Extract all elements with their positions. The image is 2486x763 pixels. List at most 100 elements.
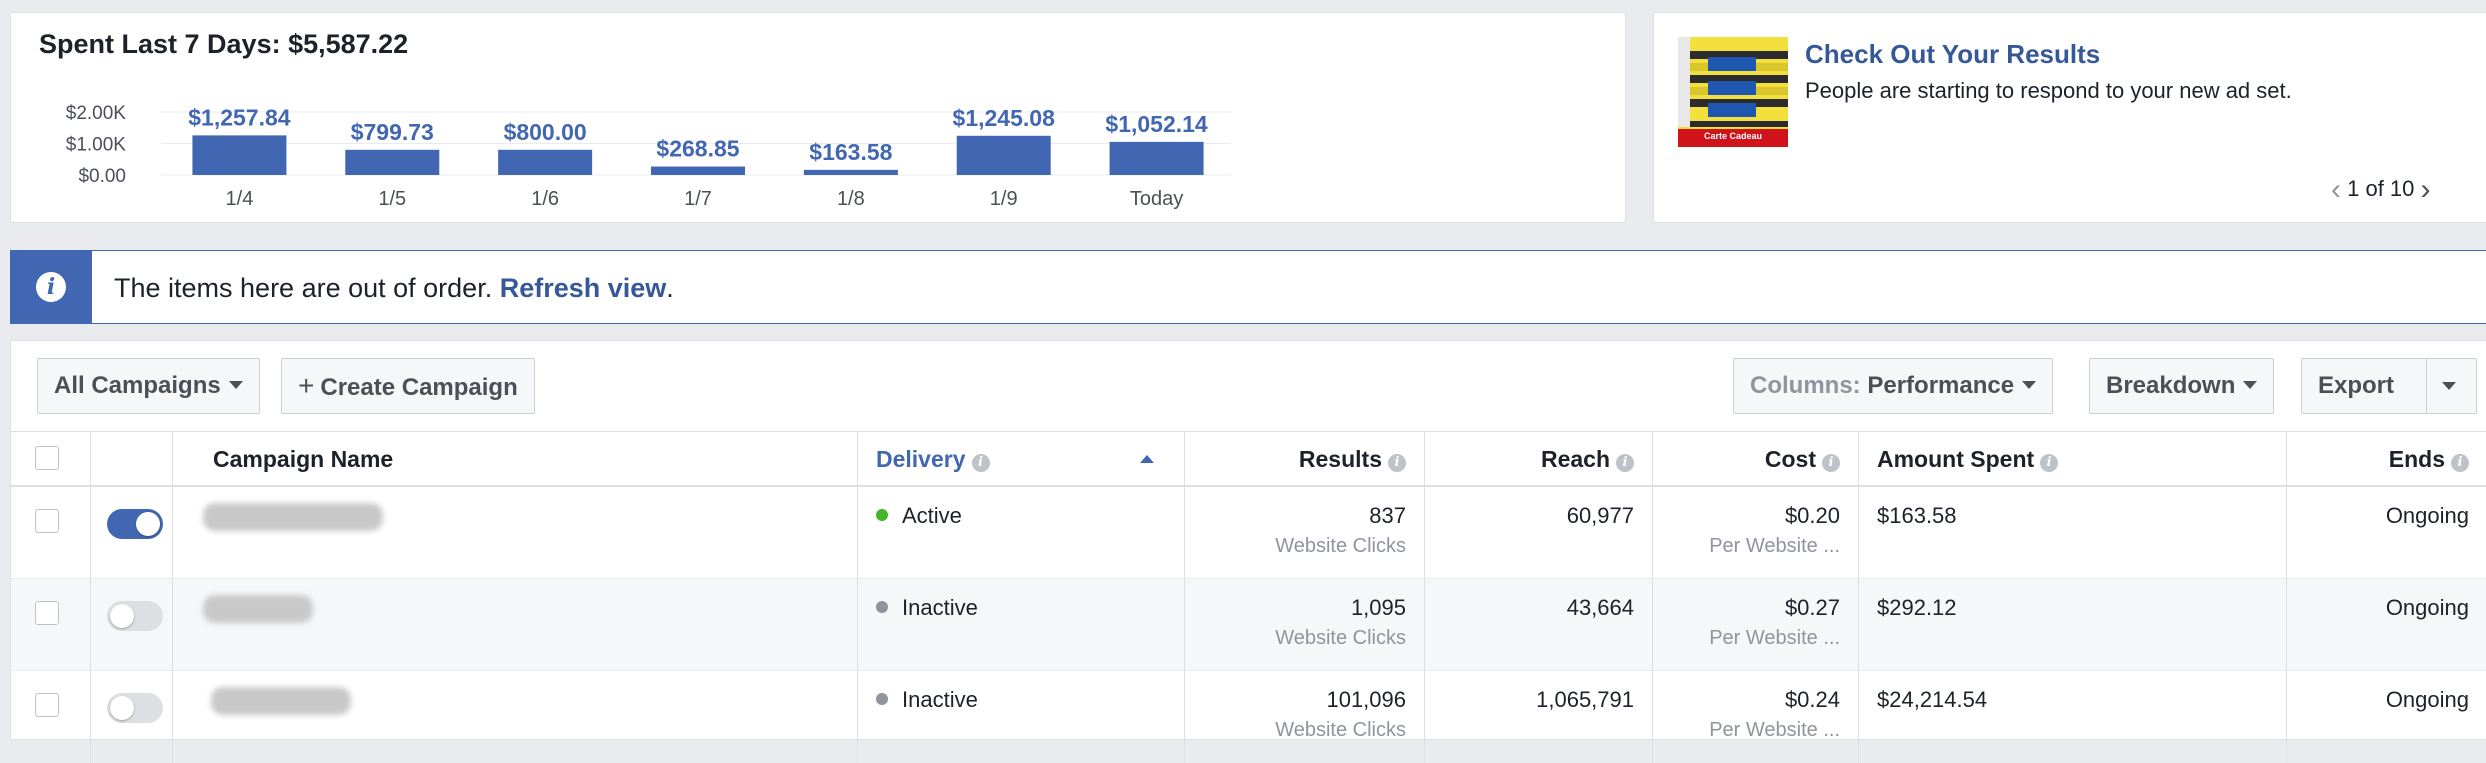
reach-cell: 1,065,791 — [1425, 671, 1653, 763]
info-icon-box: i — [11, 251, 92, 323]
ends-cell: Ongoing — [2385, 503, 2469, 528]
export-button[interactable]: Export — [2301, 358, 2478, 414]
results-card: Carte Cadeau Check Out Your Results Peop… — [1653, 12, 2486, 223]
cost-metric: Per Website ... — [1709, 627, 1840, 649]
bar-value-label: $1,052.14 — [1105, 111, 1208, 137]
all-campaigns-dropdown[interactable]: All Campaigns — [37, 358, 260, 414]
header-results[interactable]: Results i — [1185, 432, 1425, 486]
ends-cell: Ongoing — [2385, 687, 2469, 712]
delivery-status: Inactive — [902, 595, 978, 620]
status-dot-active — [876, 509, 888, 521]
cost-cell: $0.27 Per Website ... — [1653, 579, 1859, 671]
row-toggle-cell — [11, 579, 173, 671]
info-icon: i — [36, 272, 66, 302]
header-results-label: Results — [1298, 446, 1382, 472]
toggle-knob — [110, 696, 134, 720]
cost-value: $0.27 — [1784, 595, 1840, 620]
y-tick-label: $0.00 — [78, 166, 126, 187]
results-metric: Website Clicks — [1275, 719, 1406, 741]
columns-dropdown[interactable]: Columns: Performance — [1733, 358, 2054, 414]
chart-bar — [651, 166, 745, 175]
reach-cell: 43,664 — [1425, 579, 1653, 671]
caret-down-icon — [2243, 381, 2258, 389]
toggle-knob — [110, 604, 134, 628]
chart-bar — [1109, 141, 1204, 175]
header-toggle-col — [91, 432, 173, 486]
info-message: The items here are out of order. Refresh… — [114, 273, 674, 304]
columns-value: Performance — [1867, 372, 2015, 399]
campaign-toggle[interactable] — [107, 601, 163, 631]
header-reach[interactable]: Reach i — [1425, 432, 1653, 486]
chart-bar — [498, 149, 593, 175]
pager-label: 1 of 10 — [2347, 176, 2415, 201]
info-icon: i — [1616, 454, 1634, 472]
cost-value: $0.20 — [1784, 503, 1840, 528]
cost-cell: $0.20 Per Website ... — [1653, 487, 1859, 579]
campaign-toggle[interactable] — [107, 693, 163, 723]
campaign-toggle[interactable] — [107, 509, 163, 539]
select-all-checkbox[interactable] — [35, 446, 59, 470]
cost-value: $0.24 — [1784, 687, 1840, 712]
x-tick-label: 1/5 — [378, 188, 406, 210]
header-ends[interactable]: Ends i — [2287, 432, 2486, 486]
results-metric: Website Clicks — [1275, 627, 1406, 649]
table-row[interactable]: Inactive 1,095 Website Clicks 43,664 $0.2… — [11, 579, 2486, 671]
header-delivery[interactable]: Delivery i — [858, 432, 1185, 486]
bar-value-label: $268.85 — [656, 136, 739, 162]
results-value: 101,096 — [1326, 687, 1406, 712]
bar-value-label: $1,245.08 — [953, 105, 1056, 131]
results-cell: 1,095 Website Clicks — [1185, 579, 1425, 671]
ad-thumbnail[interactable]: Carte Cadeau — [1678, 37, 1788, 147]
table-row[interactable]: Active 837 Website Clicks 60,977 $0.20 Per… — [11, 487, 2486, 579]
delivery-cell: Inactive — [858, 579, 1185, 671]
bar-value-label: $163.58 — [809, 139, 892, 165]
create-campaign-button[interactable]: + Create Campaign — [281, 358, 535, 414]
x-tick-label: 1/7 — [684, 188, 712, 210]
reach-cell: 60,977 — [1425, 487, 1653, 579]
caret-down-icon — [2022, 381, 2037, 389]
results-pager: ‹ 1 of 10 › — [2331, 175, 2431, 205]
bar-value-label: $799.73 — [351, 119, 434, 145]
results-title[interactable]: Check Out Your Results — [1805, 39, 2100, 70]
y-tick-label: $2.00K — [66, 103, 127, 124]
export-split-divider — [2426, 359, 2427, 413]
campaign-name-cell[interactable] — [173, 487, 858, 579]
results-value: 837 — [1369, 503, 1406, 528]
table-row[interactable]: Inactive 101,096 Website Clicks 1,065,791… — [11, 671, 2486, 763]
info-text: The items here are out of order. — [114, 273, 493, 303]
chevron-right-icon[interactable]: › — [2421, 175, 2431, 205]
header-select-all — [11, 432, 91, 486]
cost-metric: Per Website ... — [1709, 535, 1840, 557]
breakdown-label: Breakdown — [2106, 372, 2236, 399]
delivery-status: Inactive — [902, 687, 978, 712]
x-tick-label: Today — [1130, 188, 1183, 210]
toggle-knob — [136, 512, 160, 536]
campaign-table-panel: All Campaigns + Create Campaign Columns: … — [10, 340, 2486, 763]
export-label: Export — [2318, 372, 2395, 399]
info-icon: i — [1388, 454, 1406, 472]
create-campaign-label: Create Campaign — [320, 374, 518, 401]
info-icon: i — [2040, 454, 2059, 472]
header-amount-spent[interactable]: Amount Spent i — [1859, 432, 2287, 486]
info-icon: i — [1822, 454, 1840, 472]
chevron-left-icon[interactable]: ‹ — [2331, 175, 2341, 205]
delivery-status: Active — [902, 503, 962, 528]
row-toggle-cell — [11, 487, 173, 579]
campaign-name-cell[interactable] — [173, 579, 858, 671]
info-trailing: . — [666, 273, 674, 303]
header-delivery-label: Delivery — [876, 446, 966, 472]
refresh-view-link[interactable]: Refresh view — [500, 273, 667, 303]
plus-icon: + — [298, 370, 315, 401]
spend-chart-card: Spent Last 7 Days: $5,587.22 $2.00K $1.00… — [10, 12, 1626, 223]
chart-bar — [192, 135, 287, 175]
campaign-name-cell[interactable] — [173, 671, 858, 763]
breakdown-dropdown[interactable]: Breakdown — [2089, 358, 2275, 414]
header-campaign-name[interactable]: Campaign Name — [173, 432, 858, 486]
header-cost[interactable]: Cost i — [1653, 432, 1859, 486]
caret-down-icon[interactable] — [2442, 382, 2456, 390]
header-reach-label: Reach — [1540, 446, 1610, 472]
delivery-cell: Inactive — [858, 671, 1185, 763]
cost-cell: $0.24 Per Website ... — [1653, 671, 1859, 763]
chart-bar — [345, 149, 440, 175]
campaign-name-redacted — [211, 687, 351, 715]
